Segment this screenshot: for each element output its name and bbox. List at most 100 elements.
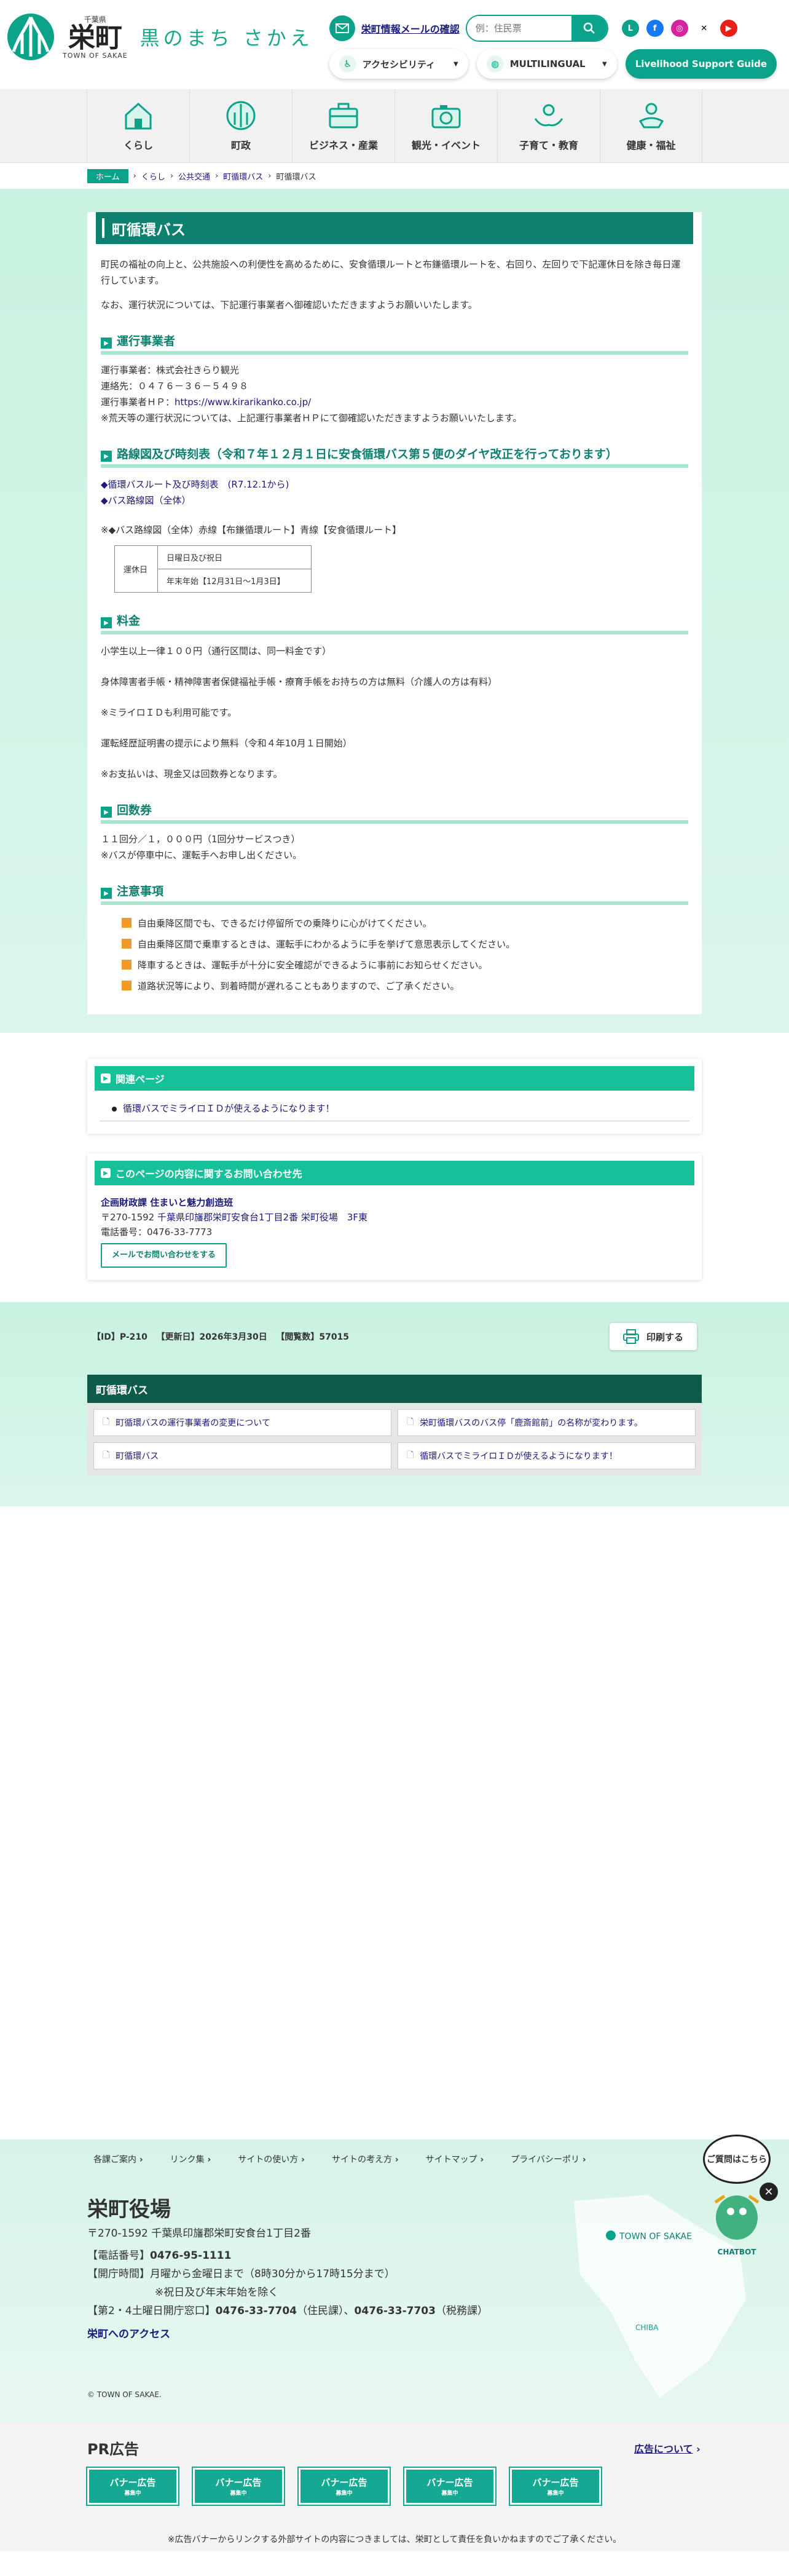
contact-address-link[interactable]: 千葉県印旛郡栄町安食台1丁目2番: [157, 1212, 298, 1223]
breadcrumb-transport[interactable]: 公共交通: [178, 170, 210, 182]
close-icon[interactable]: ✕: [760, 2183, 778, 2201]
operator-hp-link[interactable]: https://www.kirarikanko.co.jp/: [175, 397, 311, 408]
search-icon: [583, 22, 595, 34]
accessibility-button[interactable]: ♿ アクセシビリティ ▼: [329, 49, 468, 79]
contact-dept-link[interactable]: 企画財政課 住まいと魅力創造班: [101, 1197, 233, 1208]
multilingual-button[interactable]: ◍ MULTILINGUAL ▼: [476, 49, 617, 79]
category-item[interactable]: 🗋 町循環バス: [93, 1442, 391, 1469]
chatbot-bubble: ご質問はこちら: [703, 2135, 771, 2184]
note-text: 自由乗降区間で乗車するときは、運転手にわかるように手を挙げて意思表示してください…: [138, 938, 516, 950]
related-link[interactable]: 循環バスでミライロＩＤが使えるようになります！: [123, 1103, 335, 1114]
logo-english: TOWN OF SAKAE: [63, 52, 128, 60]
line-icon[interactable]: L: [621, 20, 639, 37]
pr-disclaimer: ※広告バナーからリンクする外部サイトの内容につきましては、栄町として責任を負いか…: [167, 2535, 622, 2545]
category-item[interactable]: 🗋 栄町循環バスのバス停「鹿斎館前」の名称が変わります。: [398, 1409, 696, 1436]
footer-sat-label: 【第2・4土曜日開庁窓口】: [87, 2305, 216, 2317]
contact-postal: 〒270-1592: [101, 1212, 155, 1223]
list-item: 降車するときは、運転手が十分に安全確認ができるように事前にお知らせください。: [101, 954, 688, 975]
category-item[interactable]: 🗋 循環バスでミライロＩＤが使えるようになります！: [398, 1442, 696, 1469]
site-logo[interactable]: 千葉県 栄町 TOWN OF SAKAE 黒のまち さかえ: [6, 12, 313, 61]
print-button[interactable]: 印刷する: [609, 1323, 697, 1350]
orange-bullet-icon: [122, 939, 132, 949]
contact-mail-button[interactable]: メールでお問い合わせをする: [101, 1243, 227, 1268]
instagram-icon[interactable]: ◎: [670, 20, 688, 37]
footer-links: 各課ご案内 リンク集 サイトの使い方 サイトの考え方 サイトマップ プライバシー…: [0, 2139, 789, 2165]
note-text: 自由乗降区間でも、できるだけ停留所での乗降りに心がけてください。: [138, 917, 432, 929]
banner-ad[interactable]: バナー広告 募集中: [297, 2467, 391, 2506]
category-item[interactable]: 🗋 町循環バスの運行事業者の変更について: [93, 1409, 391, 1436]
fare-line: 身体障害者手帳・精神障害者保健福祉手帳・療育手帳をお持ちの方は無料（介護人の方は…: [101, 676, 498, 687]
fare-line: 運転経歴証明書の提示により無料（令和４年10月１日開始）: [101, 738, 352, 749]
contact-building-link[interactable]: 栄町役場 3F東: [301, 1212, 367, 1223]
mail-info-link[interactable]: 栄町情報メールの確認: [361, 21, 460, 36]
pr-about-link[interactable]: 広告について ›: [634, 2441, 701, 2455]
intro-note: なお、運行状況については、下記運行事業者へ御確認いただきますようお願いいたします…: [101, 299, 477, 310]
article-card: 町循環バス 町民の福祉の向上と、公共施設への利便性を高めるために、安食循環ルート…: [87, 212, 702, 1014]
page-updated: 【更新日】2026年3月30日: [156, 1332, 267, 1342]
banner-ad[interactable]: バナー広告 募集中: [86, 2467, 179, 2506]
mail-icon[interactable]: [329, 15, 355, 41]
related-pages-box: ▶ 関連ページ 循環バスでミライロＩＤが使えるようになります！: [87, 1059, 702, 1134]
youtube-icon[interactable]: ▶: [720, 20, 737, 37]
arrow-icon: ▶: [101, 1073, 111, 1083]
document-icon: 🗋: [103, 1450, 110, 1460]
related-pages-heading: ▶ 関連ページ: [95, 1066, 694, 1091]
category-item-label: 町循環バスの運行事業者の変更について: [116, 1418, 270, 1428]
intro-text: 町民の福祉の向上と、公共施設への利便性を高めるために、安食循環ルートと布鎌循環ル…: [101, 259, 681, 286]
footer-link[interactable]: 各課ご案内: [93, 2153, 143, 2165]
main-content-area: 町循環バス 町民の福祉の向上と、公共施設への利便性を高めるために、安食循環ルート…: [0, 189, 789, 1033]
breadcrumb-home[interactable]: ホーム: [87, 168, 128, 183]
banner-ad[interactable]: バナー広告 募集中: [403, 2467, 497, 2506]
footer-sat-note: （住民課）、: [297, 2305, 355, 2317]
nav-item-kurashi[interactable]: くらし: [87, 89, 189, 162]
banner-ad[interactable]: バナー広告 募集中: [509, 2467, 602, 2506]
document-icon: 🗋: [103, 1417, 110, 1427]
map-town-label: TOWN OF SAKAE: [619, 2232, 692, 2242]
nav-item-health[interactable]: 健康・福祉: [600, 89, 702, 162]
bullet-icon: [112, 1107, 117, 1112]
nav-item-chosei[interactable]: 町政: [189, 89, 292, 162]
search-input[interactable]: [466, 16, 571, 41]
footer-link[interactable]: サイトの使い方: [238, 2153, 305, 2165]
facebook-icon[interactable]: f: [646, 20, 664, 37]
nav-item-business[interactable]: ビジネス・産業: [292, 89, 394, 162]
x-icon[interactable]: ✕: [695, 20, 713, 37]
fare-line: ※お支払いは、現金又は回数券となります。: [101, 768, 283, 780]
footer-link[interactable]: サイトマップ: [426, 2153, 484, 2165]
route-timetable-link[interactable]: ◆循環バスルート及び時刻表 (R7.12.1から): [101, 479, 289, 490]
access-link[interactable]: 栄町へのアクセス: [87, 2328, 170, 2341]
global-nav: くらし 町政 ビジネス・産業 観光・イベント 子育て・教育 健康・福祉: [0, 89, 789, 163]
town-emblem-icon: [226, 101, 256, 130]
breadcrumb-kurashi[interactable]: くらし: [141, 170, 165, 182]
hands-icon: [534, 104, 563, 126]
pr-about-label: 広告について: [634, 2443, 693, 2455]
footer-link[interactable]: サイトの考え方: [332, 2153, 399, 2165]
related-heading-text: 関連ページ: [116, 1073, 165, 1085]
document-icon: 🗋: [407, 1417, 414, 1427]
footer-link[interactable]: プライバシーポリ: [511, 2153, 586, 2165]
category-heading: 町循環バス: [87, 1375, 702, 1403]
chatbot-label: CHATBOT: [717, 2248, 756, 2256]
breadcrumb-current: 町循環バス: [276, 172, 316, 182]
table-cell: 年末年始【12月31日～1月3日】: [157, 569, 312, 593]
note-text: 降車するときは、運転手が十分に安全確認ができるように事前にお知らせください。: [138, 959, 488, 971]
site-search: [465, 15, 608, 42]
footer-sat-tel: 0476-33-7704: [215, 2305, 297, 2317]
section-operator-heading: ▶ 運行事業者: [101, 330, 688, 355]
route-map-link[interactable]: ◆バス路線図（全体）: [101, 495, 191, 506]
fare-line: 小学生以上一律１００円（通行区間は、同一料金です）: [101, 646, 332, 657]
footer-office-name: 栄町役場: [87, 2197, 171, 2222]
category-list: 町循環バス 🗋 町循環バスの運行事業者の変更について 🗋 栄町循環バスのバス停「鹿斎…: [87, 1375, 702, 1476]
print-label: 印刷する: [646, 1331, 683, 1343]
livelihood-guide-button[interactable]: Livelihood Support Guide: [625, 49, 777, 79]
footer-link[interactable]: リンク集: [170, 2153, 211, 2165]
nav-item-childcare[interactable]: 子育て・教育: [497, 89, 600, 162]
search-button[interactable]: [571, 16, 607, 41]
nav-item-tourism[interactable]: 観光・イベント: [394, 89, 497, 162]
contact-box: ▶ このページの内容に関するお問い合わせ先 企画財政課 住まいと魅力創造班 〒27…: [87, 1153, 702, 1280]
footer-hours: 【開庁時間】月曜から金曜日まで（8時30分から17時15分まで）: [87, 2268, 395, 2280]
contact-tel: 電話番号：0476-33-7773: [101, 1227, 213, 1238]
breadcrumb-bus[interactable]: 町循環バス: [223, 170, 263, 182]
related-area: ▶ 関連ページ 循環バスでミライロＩＤが使えるようになります！ ▶ このページの内容…: [0, 1033, 789, 1302]
banner-ad[interactable]: バナー広告 募集中: [192, 2467, 285, 2506]
